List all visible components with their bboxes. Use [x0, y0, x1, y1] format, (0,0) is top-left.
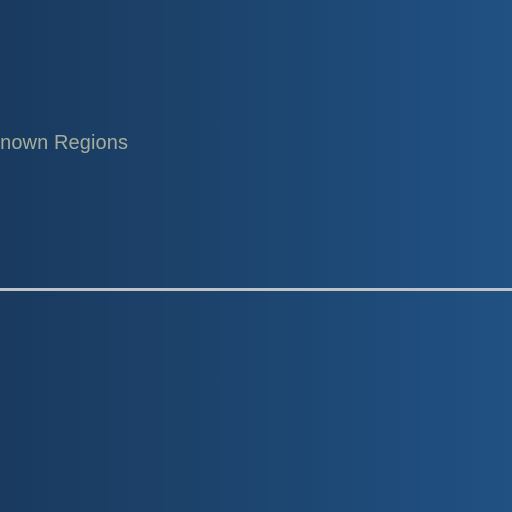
horizontal-divider	[0, 288, 512, 291]
map-panel: known Regions	[0, 0, 512, 512]
region-label: known Regions	[0, 132, 129, 154]
